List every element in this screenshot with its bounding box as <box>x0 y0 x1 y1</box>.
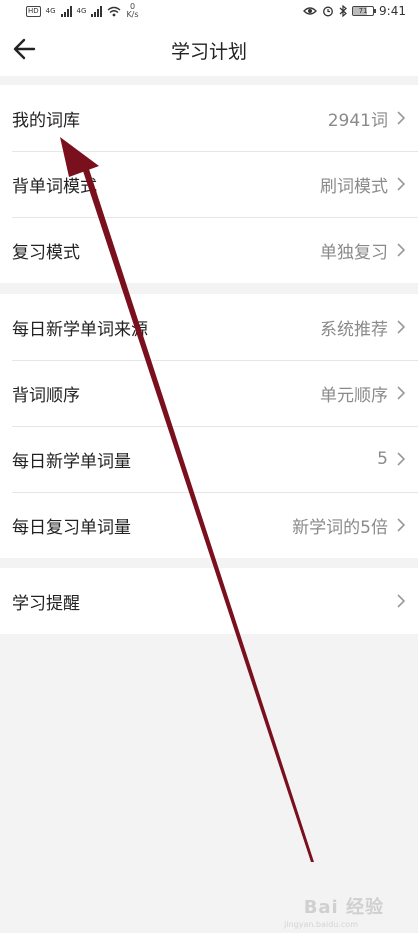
settings-group-library: 我的词库 2941词 背单词模式 刷词模式 复习模式 单独复习 <box>0 85 418 283</box>
row-label: 背词顺序 <box>12 385 80 406</box>
row-value: 单元顺序 <box>320 385 388 406</box>
battery-icon: 71 <box>352 6 377 16</box>
watermark-url: jingyan.baidu.com <box>284 920 358 929</box>
alarm-icon <box>323 6 333 17</box>
chevron-right-icon <box>397 518 406 532</box>
chevron-right-icon <box>397 111 406 125</box>
row-label: 复习模式 <box>12 242 80 263</box>
status-left: HD 4G 4G 0 K/s <box>26 0 139 22</box>
row-value: 2941词 <box>327 110 388 131</box>
row-value: 系统推荐 <box>320 319 388 340</box>
row-new-word-source[interactable]: 每日新学单词来源 系统推荐 <box>0 294 418 360</box>
settings-group-reminder: 学习提醒 <box>0 568 418 634</box>
hd-badge: HD <box>26 5 41 17</box>
wifi-icon <box>107 6 121 16</box>
signal-icon-2 <box>91 5 103 17</box>
chevron-right-icon <box>397 386 406 400</box>
row-value: 刷词模式 <box>320 176 388 197</box>
speed-unit: K/s <box>126 10 139 19</box>
eye-icon <box>303 7 317 15</box>
network-type-2: 4G <box>76 7 87 15</box>
row-label: 我的词库 <box>12 110 80 131</box>
nav-bar: 学习计划 <box>0 22 418 76</box>
status-bar: HD 4G 4G 0 K/s 71 9:41 <box>0 0 418 22</box>
row-word-order[interactable]: 背词顺序 单元顺序 <box>0 360 418 426</box>
page-title: 学习计划 <box>170 41 247 63</box>
row-value: 5 <box>377 449 388 469</box>
status-right: 71 9:41 <box>303 0 406 22</box>
row-daily-review-count[interactable]: 每日复习单词量 新学词的5倍 <box>0 492 418 558</box>
settings-group-daily: 每日新学单词来源 系统推荐 背词顺序 单元顺序 每日新学单词量 5 每日复习单词… <box>0 294 418 558</box>
row-label: 每日新学单词量 <box>12 451 131 472</box>
row-value: 新学词的5倍 <box>292 517 388 538</box>
chevron-right-icon <box>397 452 406 466</box>
network-type-1: 4G <box>45 7 56 15</box>
row-my-wordbank[interactable]: 我的词库 2941词 <box>0 85 418 151</box>
row-daily-new-count[interactable]: 每日新学单词量 5 <box>0 426 418 492</box>
row-label: 每日复习单词量 <box>12 517 131 538</box>
chevron-right-icon <box>397 177 406 191</box>
chevron-right-icon <box>397 243 406 257</box>
watermark-logo: Bai 经验 <box>303 897 384 918</box>
row-label: 背单词模式 <box>12 176 97 197</box>
battery-level: 71 <box>358 7 368 15</box>
row-label: 学习提醒 <box>12 593 80 614</box>
screen: HD 4G 4G 0 K/s 71 9:41 学习计划 我的词库 2941词 背… <box>0 0 418 933</box>
bluetooth-icon <box>339 5 347 17</box>
row-study-reminder[interactable]: 学习提醒 <box>0 568 418 634</box>
row-value: 单独复习 <box>320 242 388 263</box>
chevron-right-icon <box>397 320 406 334</box>
signal-icon <box>60 5 72 17</box>
row-study-mode[interactable]: 背单词模式 刷词模式 <box>0 151 418 217</box>
clock: 9:41 <box>379 4 406 18</box>
row-label: 每日新学单词来源 <box>12 319 148 340</box>
chevron-right-icon <box>397 594 406 608</box>
row-review-mode[interactable]: 复习模式 单独复习 <box>0 217 418 283</box>
network-speed: 0 K/s <box>126 3 138 19</box>
